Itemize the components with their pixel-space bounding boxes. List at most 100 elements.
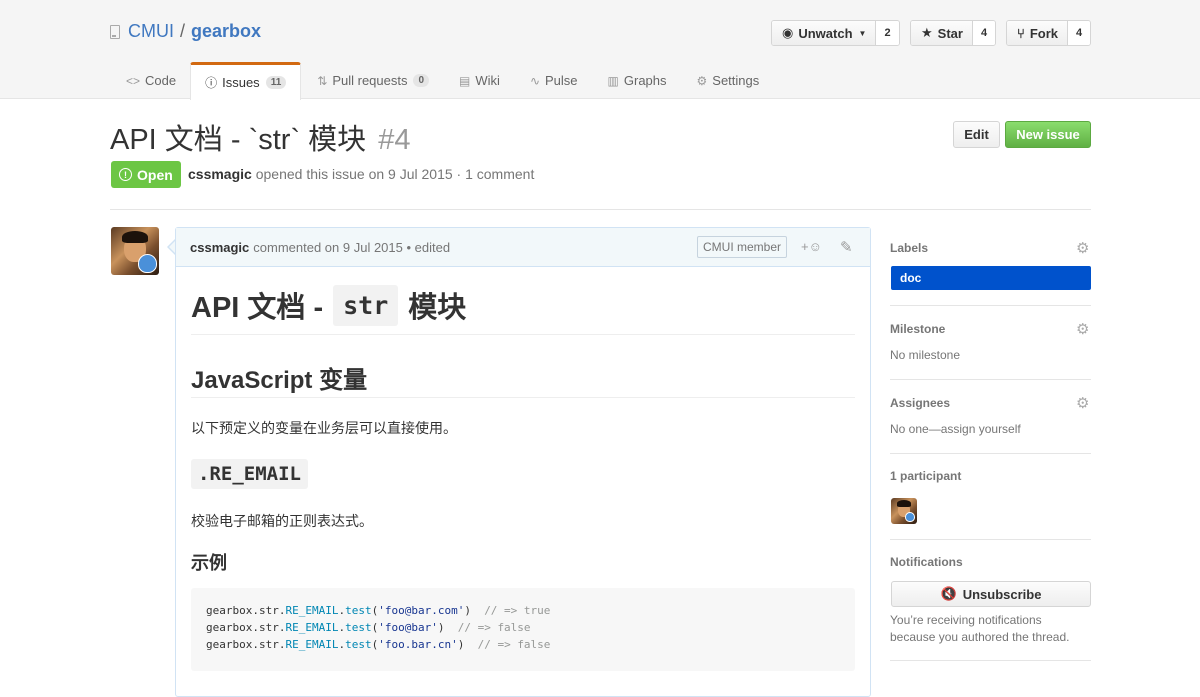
tab-label: Pulse [545,73,578,88]
participant-avatar[interactable] [891,498,917,524]
repo-title: CMUI / gearbox [110,21,261,42]
milestone-heading: Milestone [890,322,946,336]
code-line: gearbox.str.RE_EMAIL.test('foo@bar.com')… [206,602,840,619]
comment-heading-1: API 文档 - str 模块 [191,284,466,326]
tab-graphs[interactable]: ▥ Graphs [592,62,681,99]
assignees-value[interactable]: No one—assign yourself [890,422,1091,436]
repo-owner-link[interactable]: CMUI [128,21,174,42]
code-token: ) [464,604,471,617]
code-token: RE_EMAIL [285,638,339,651]
fork-action: ⑂ Fork 4 [1006,20,1092,46]
code-comment: // => false [457,621,531,634]
tab-issues[interactable]: ⓘ Issues 11 [190,62,302,100]
fork-label: Fork [1029,25,1058,41]
tab-label: Settings [712,73,760,88]
tab-pull-requests[interactable]: ⇅ Pull requests 0 [301,62,443,99]
notifications-heading: Notifications [890,555,963,569]
forks-count[interactable]: 4 [1067,21,1091,45]
gear-icon: ⚙ [696,73,708,88]
code-line: gearbox.str.RE_EMAIL.test('foo.bar.cn') … [206,636,840,653]
status-badge: ! Open [111,161,181,188]
paragraph: 校验电子邮箱的正则表达式。 [191,513,373,529]
tab-label: Pull requests [332,73,408,88]
code-token: test [345,604,372,617]
code-icon: <> [126,73,141,88]
comment-header: cssmagic commented on 9 Jul 2015 • edite… [176,228,870,267]
pull-requests-counter: 0 [413,74,430,87]
comment: cssmagic commented on 9 Jul 2015 • edite… [175,227,871,697]
star-action: ★ Star 4 [910,20,997,46]
gear-icon[interactable]: ⚙ [1076,239,1089,257]
tab-label: Graphs [623,73,667,88]
issue-opened-icon: ⓘ [205,76,218,90]
issue-meta: cssmagic opened this issue on 9 Jul 2015… [188,166,534,182]
heading-text: API 文档 - [191,292,324,324]
member-badge: CMUI member [697,236,788,258]
unsubscribe-button[interactable]: 🔇 Unsubscribe [891,581,1091,607]
gear-icon[interactable]: ⚙ [1076,320,1089,338]
code-token: 'foo@bar.com' [378,604,465,617]
code-token: gearbox.str. [206,621,286,634]
unwatch-button[interactable]: ◉ Unwatch ▼ [772,21,877,45]
chevron-down-icon: ▼ [858,28,867,38]
graph-icon: ▥ [607,73,619,88]
tab-label: Wiki [475,73,500,88]
issue-author-link[interactable]: cssmagic [188,166,252,182]
heading-rule [191,397,855,398]
watchers-count[interactable]: 2 [876,21,899,45]
status-label: Open [137,166,173,183]
pencil-icon[interactable]: ✎ [840,238,853,256]
code-token: RE_EMAIL [285,621,339,634]
sidebar-divider [890,305,1091,306]
watch-action: ◉ Unwatch ▼ 2 [771,20,900,46]
tab-wiki[interactable]: ▤ Wiki [443,62,514,99]
fork-button[interactable]: ⑂ Fork [1007,21,1068,45]
issue-title: API 文档 - `str` 模块 #4 [110,116,411,158]
shield-icon [904,511,915,522]
comment-author-link[interactable]: cssmagic [190,240,249,255]
mute-icon: 🔇 [940,586,957,601]
star-icon: ★ [921,25,933,40]
edit-button[interactable]: Edit [953,121,1000,148]
paragraph: 以下预定义的变量在业务层可以直接使用。 [191,420,457,436]
tab-code[interactable]: <> Code [110,62,190,99]
issue-title-text: API 文档 - `str` 模块 [110,124,367,156]
code-token: test [345,638,372,651]
code-token: 'foo.bar.cn' [378,638,458,651]
label-doc[interactable]: doc [891,266,1091,290]
assignees-heading: Assignees [890,396,951,410]
heading-text: 模块 [408,292,467,324]
tab-label: Issues [222,75,260,90]
gear-icon[interactable]: ⚙ [1076,394,1089,412]
heading-rule [191,334,855,335]
unwatch-label: Unwatch [798,25,853,41]
code-token: 'foo@bar' [378,621,438,634]
add-reaction-icon[interactable]: +☺ [801,239,822,254]
stargazers-count[interactable]: 4 [972,21,996,45]
star-button[interactable]: ★ Star [911,21,973,45]
book-icon: ▤ [459,73,471,88]
participants-heading: 1 participant [890,469,962,483]
unsubscribe-label: Unsubscribe [962,586,1042,602]
new-issue-button[interactable]: New issue [1005,121,1091,148]
notification-reason: You’re receiving notifications because y… [890,613,1070,644]
tab-pulse[interactable]: ∿ Pulse [514,62,592,99]
git-pull-request-icon: ⇅ [317,73,328,88]
pulse-icon: ∿ [529,73,540,88]
issue-number: #4 [378,124,411,156]
code-token: gearbox.str. [206,638,286,651]
shield-icon [137,253,157,273]
comment-meta[interactable]: commented on 9 Jul 2015 • edited [253,240,450,255]
repo-name-link[interactable]: gearbox [191,21,261,42]
avatar[interactable] [111,227,159,275]
repo-separator: / [180,21,186,41]
divider [110,209,1091,210]
repo-header: CMUI / gearbox ◉ Unwatch ▼ 2 ★ Star 4 ⑂ … [0,0,1200,100]
issue-meta-text: opened this issue on 9 Jul 2015 · 1 comm… [255,166,535,182]
eye-icon: ◉ [782,25,794,40]
code-line: gearbox.str.RE_EMAIL.test('foo@bar') // … [206,619,840,636]
tab-settings[interactable]: ⚙ Settings [681,62,774,99]
code-comment: // => true [484,604,551,617]
issue-opened-icon: ! [119,168,132,181]
